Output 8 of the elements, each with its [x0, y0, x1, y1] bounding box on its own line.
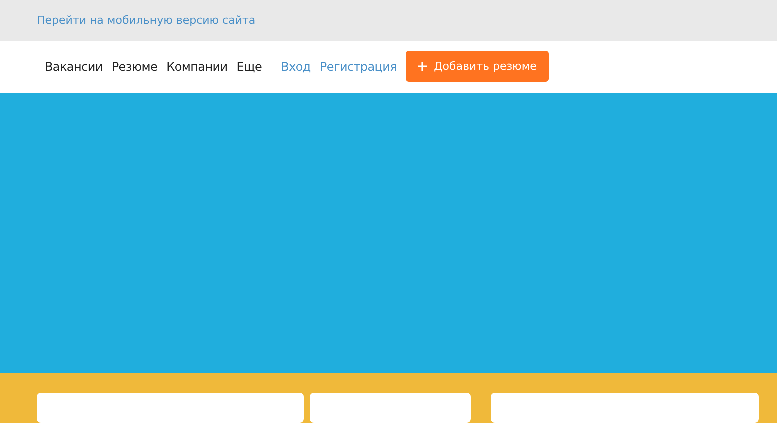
nav-link[interactable]: Компании: [166, 60, 228, 74]
input-field[interactable]: [491, 393, 759, 423]
nav-link[interactable]: Резюме: [112, 60, 158, 74]
plus-icon: [418, 62, 428, 72]
nav-link[interactable]: Вакансии: [45, 60, 103, 74]
input-field[interactable]: [37, 393, 304, 423]
nav-link[interactable]: Еще: [236, 60, 262, 74]
input-field[interactable]: [310, 393, 471, 423]
